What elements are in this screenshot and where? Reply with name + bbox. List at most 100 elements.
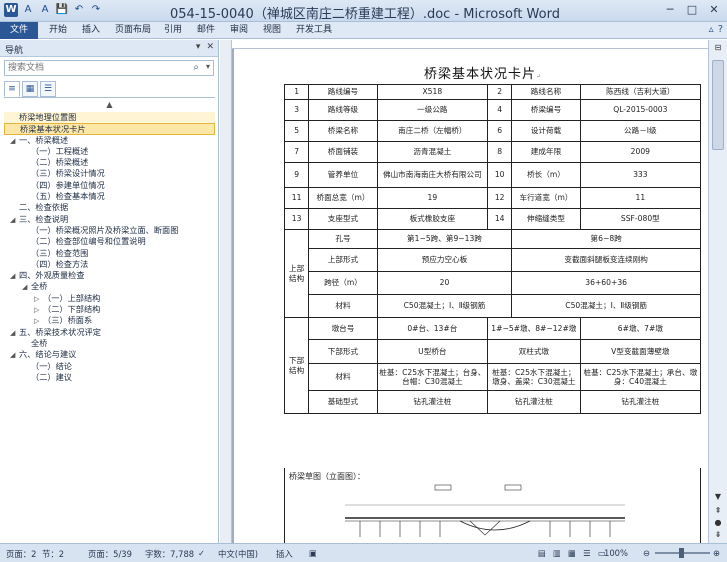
browse-object-icon[interactable]: ●	[711, 518, 725, 530]
macro-record-icon[interactable]: ▣	[309, 548, 317, 558]
headings-view-icon[interactable]: ≡	[4, 81, 20, 97]
view-print-layout-icon[interactable]: ▤	[538, 548, 546, 558]
ribbon-tabs: 文件 开始 插入 页面布局 引用 邮件 审阅 视图 开发工具 ▵ ?	[0, 22, 727, 39]
status-pages[interactable]: 页面：5/39	[88, 548, 132, 560]
expand-toggle-icon[interactable]: ▷	[34, 294, 43, 304]
document-title: 桥梁基本状况卡片↵	[424, 67, 543, 82]
tab-review[interactable]: 审阅	[230, 22, 248, 39]
search-input[interactable]	[5, 61, 185, 75]
expand-toggle-icon[interactable]: ◢	[10, 271, 19, 281]
maximize-icon[interactable]: □	[681, 1, 703, 19]
nav-heading-label: 桥梁基本状况卡片	[20, 124, 86, 135]
nav-heading-item[interactable]: ◢ 三、检查说明	[4, 214, 215, 225]
view-outline-icon[interactable]: ☰	[583, 548, 591, 558]
nav-heading-item[interactable]: ▷ （二）下部结构	[4, 304, 215, 315]
status-page[interactable]: 页面：2	[6, 548, 36, 560]
zoom-in-icon[interactable]: ⊕	[713, 548, 720, 558]
expand-toggle-icon[interactable]: ▷	[34, 305, 43, 315]
tab-page-layout[interactable]: 页面布局	[115, 22, 151, 39]
format-icon[interactable]: A	[21, 3, 35, 17]
zoom-slider-knob[interactable]	[679, 548, 684, 558]
basic-info-rows: 1 路线编号 X518 2 路线名称 陈西线（吉利大道） 3 路线等级 一级公路 4 桥梁编号 QL-…	[283, 84, 702, 230]
ruler-toggle-icon[interactable]: ⊟	[711, 43, 725, 55]
tab-home[interactable]: 开始	[49, 22, 67, 39]
nav-heading-item[interactable]: ◢ 六、结论与建议	[4, 349, 215, 360]
nav-heading-item[interactable]: ◢ 五、桥梁技术状况评定	[4, 327, 215, 338]
view-fullscreen-icon[interactable]: ▥	[553, 548, 561, 558]
close-icon[interactable]: ✕	[206, 42, 214, 52]
minimize-icon[interactable]: ─	[659, 1, 681, 19]
table-cell: 7	[283, 141, 310, 163]
zoom-out-icon[interactable]: ⊖	[643, 548, 650, 558]
results-view-icon[interactable]: ☰	[40, 81, 56, 97]
window-title: 054-15-0040（禅城区南庄二桥重建工程）.doc - Microsoft…	[170, 7, 560, 22]
status-insert-mode[interactable]: 插入	[276, 548, 293, 560]
nav-heading-item[interactable]: （二）建议	[4, 372, 215, 383]
chevron-down-icon[interactable]: ▾	[196, 42, 201, 52]
ribbon-right-controls: ▵ ?	[709, 24, 723, 35]
scrollbar-thumb[interactable]	[712, 60, 724, 150]
word-logo-icon[interactable]: W	[4, 3, 18, 17]
navigation-pane: 导航 ▾ ✕ ⌕ ▾ ≡ ▦ ☰ ▲ 桥梁地理位置图桥梁基本状况卡片◢一、桥梁概…	[0, 40, 219, 543]
status-zoom[interactable]: 100%	[604, 548, 628, 558]
nav-heading-item[interactable]: （三）检查范围	[4, 248, 215, 259]
nav-heading-item[interactable]: （二）桥梁概述	[4, 157, 215, 168]
horizontal-ruler[interactable]	[232, 40, 708, 49]
nav-heading-item[interactable]: 桥梁基本状况卡片	[4, 123, 215, 135]
nav-heading-item[interactable]: （一）结论	[4, 361, 215, 372]
expand-toggle-icon[interactable]: ◢	[10, 136, 19, 146]
nav-heading-item[interactable]: ◢ 全桥	[4, 281, 215, 292]
document-page[interactable]: 桥梁基本状况卡片↵ 1 路线编号 X518 2 路线名称 陈西线（吉利大道） 3 路线等级 一级…	[234, 49, 708, 543]
tab-mailings[interactable]: 邮件	[197, 22, 215, 39]
pages-view-icon[interactable]: ▦	[22, 81, 38, 97]
redo-icon[interactable]: ↷	[89, 3, 103, 17]
tab-file[interactable]: 文件	[0, 22, 38, 39]
scroll-up-icon[interactable]: ▲	[4, 98, 215, 112]
tab-developer[interactable]: 开发工具	[296, 22, 332, 39]
view-web-icon[interactable]: ▦	[568, 548, 576, 558]
search-icon[interactable]: ⌕	[193, 62, 199, 73]
font-color-icon[interactable]: A	[38, 3, 52, 17]
nav-heading-item[interactable]: （四）检查方法	[4, 259, 215, 270]
nav-heading-item[interactable]: 全桥	[4, 338, 215, 349]
scroll-down-icon[interactable]: ▼	[711, 492, 725, 504]
nav-heading-item[interactable]: （四）参建单位情况	[4, 180, 215, 191]
tab-references[interactable]: 引用	[164, 22, 182, 39]
help-icon[interactable]: ?	[718, 24, 723, 35]
nav-heading-item[interactable]: ▷ （三）桥面系	[4, 315, 215, 326]
close-icon[interactable]: ✕	[703, 1, 725, 19]
search-options-icon[interactable]: ▾	[206, 62, 210, 71]
nav-heading-item[interactable]: （一）桥梁概况照片及桥梁立面、断面图	[4, 225, 215, 236]
next-page-icon[interactable]: ⇟	[711, 530, 725, 542]
tab-view[interactable]: 视图	[263, 22, 281, 39]
expand-toggle-icon[interactable]: ◢	[10, 350, 19, 360]
previous-page-icon[interactable]: ⇞	[711, 506, 725, 518]
vertical-ruler[interactable]	[220, 40, 232, 543]
undo-icon[interactable]: ↶	[72, 3, 86, 17]
vertical-scrollbar[interactable]: ⊟ ▼ ⇞ ● ⇟	[708, 40, 727, 543]
proofing-icon[interactable]: ✓	[198, 548, 205, 558]
cell-value: 钻孔灌注桩	[487, 390, 581, 414]
nav-heading-item[interactable]: 桥梁地理位置图	[4, 112, 215, 124]
nav-heading-item[interactable]: （三）桥梁设计情况	[4, 168, 215, 179]
nav-heading-item[interactable]: （一）工程概述	[4, 146, 215, 157]
expand-toggle-icon[interactable]: ◢	[10, 328, 19, 338]
nav-heading-label: （一）结论	[31, 360, 72, 371]
status-section[interactable]: 节：2	[42, 548, 64, 560]
expand-toggle-icon[interactable]: ◢	[22, 282, 31, 292]
document-area: 桥梁基本状况卡片↵ 1 路线编号 X518 2 路线名称 陈西线（吉利大道） 3 路线等级 一级…	[220, 40, 708, 543]
nav-heading-item[interactable]: 二、检查依据	[4, 202, 215, 213]
nav-heading-item[interactable]: ◢ 四、外观质量检查	[4, 270, 215, 281]
status-words[interactable]: 字数：7,788	[145, 548, 194, 560]
nav-heading-item[interactable]: ◢ 一、桥梁概述	[4, 135, 215, 146]
chevron-up-icon[interactable]: ▵	[709, 24, 714, 35]
cell-value: C50混凝土；Ⅰ、Ⅱ级钢筋	[511, 294, 701, 318]
expand-toggle-icon[interactable]: ▷	[34, 316, 43, 326]
save-icon[interactable]: 💾	[55, 3, 69, 17]
expand-toggle-icon[interactable]: ◢	[10, 215, 19, 225]
nav-heading-item[interactable]: ▷ （一）上部结构	[4, 293, 215, 304]
nav-heading-item[interactable]: （五）检查基本情况	[4, 191, 215, 202]
nav-heading-item[interactable]: （二）检查部位编号和位置说明	[4, 236, 215, 247]
tab-insert[interactable]: 插入	[82, 22, 100, 39]
status-language[interactable]: 中文(中国)	[218, 548, 258, 560]
